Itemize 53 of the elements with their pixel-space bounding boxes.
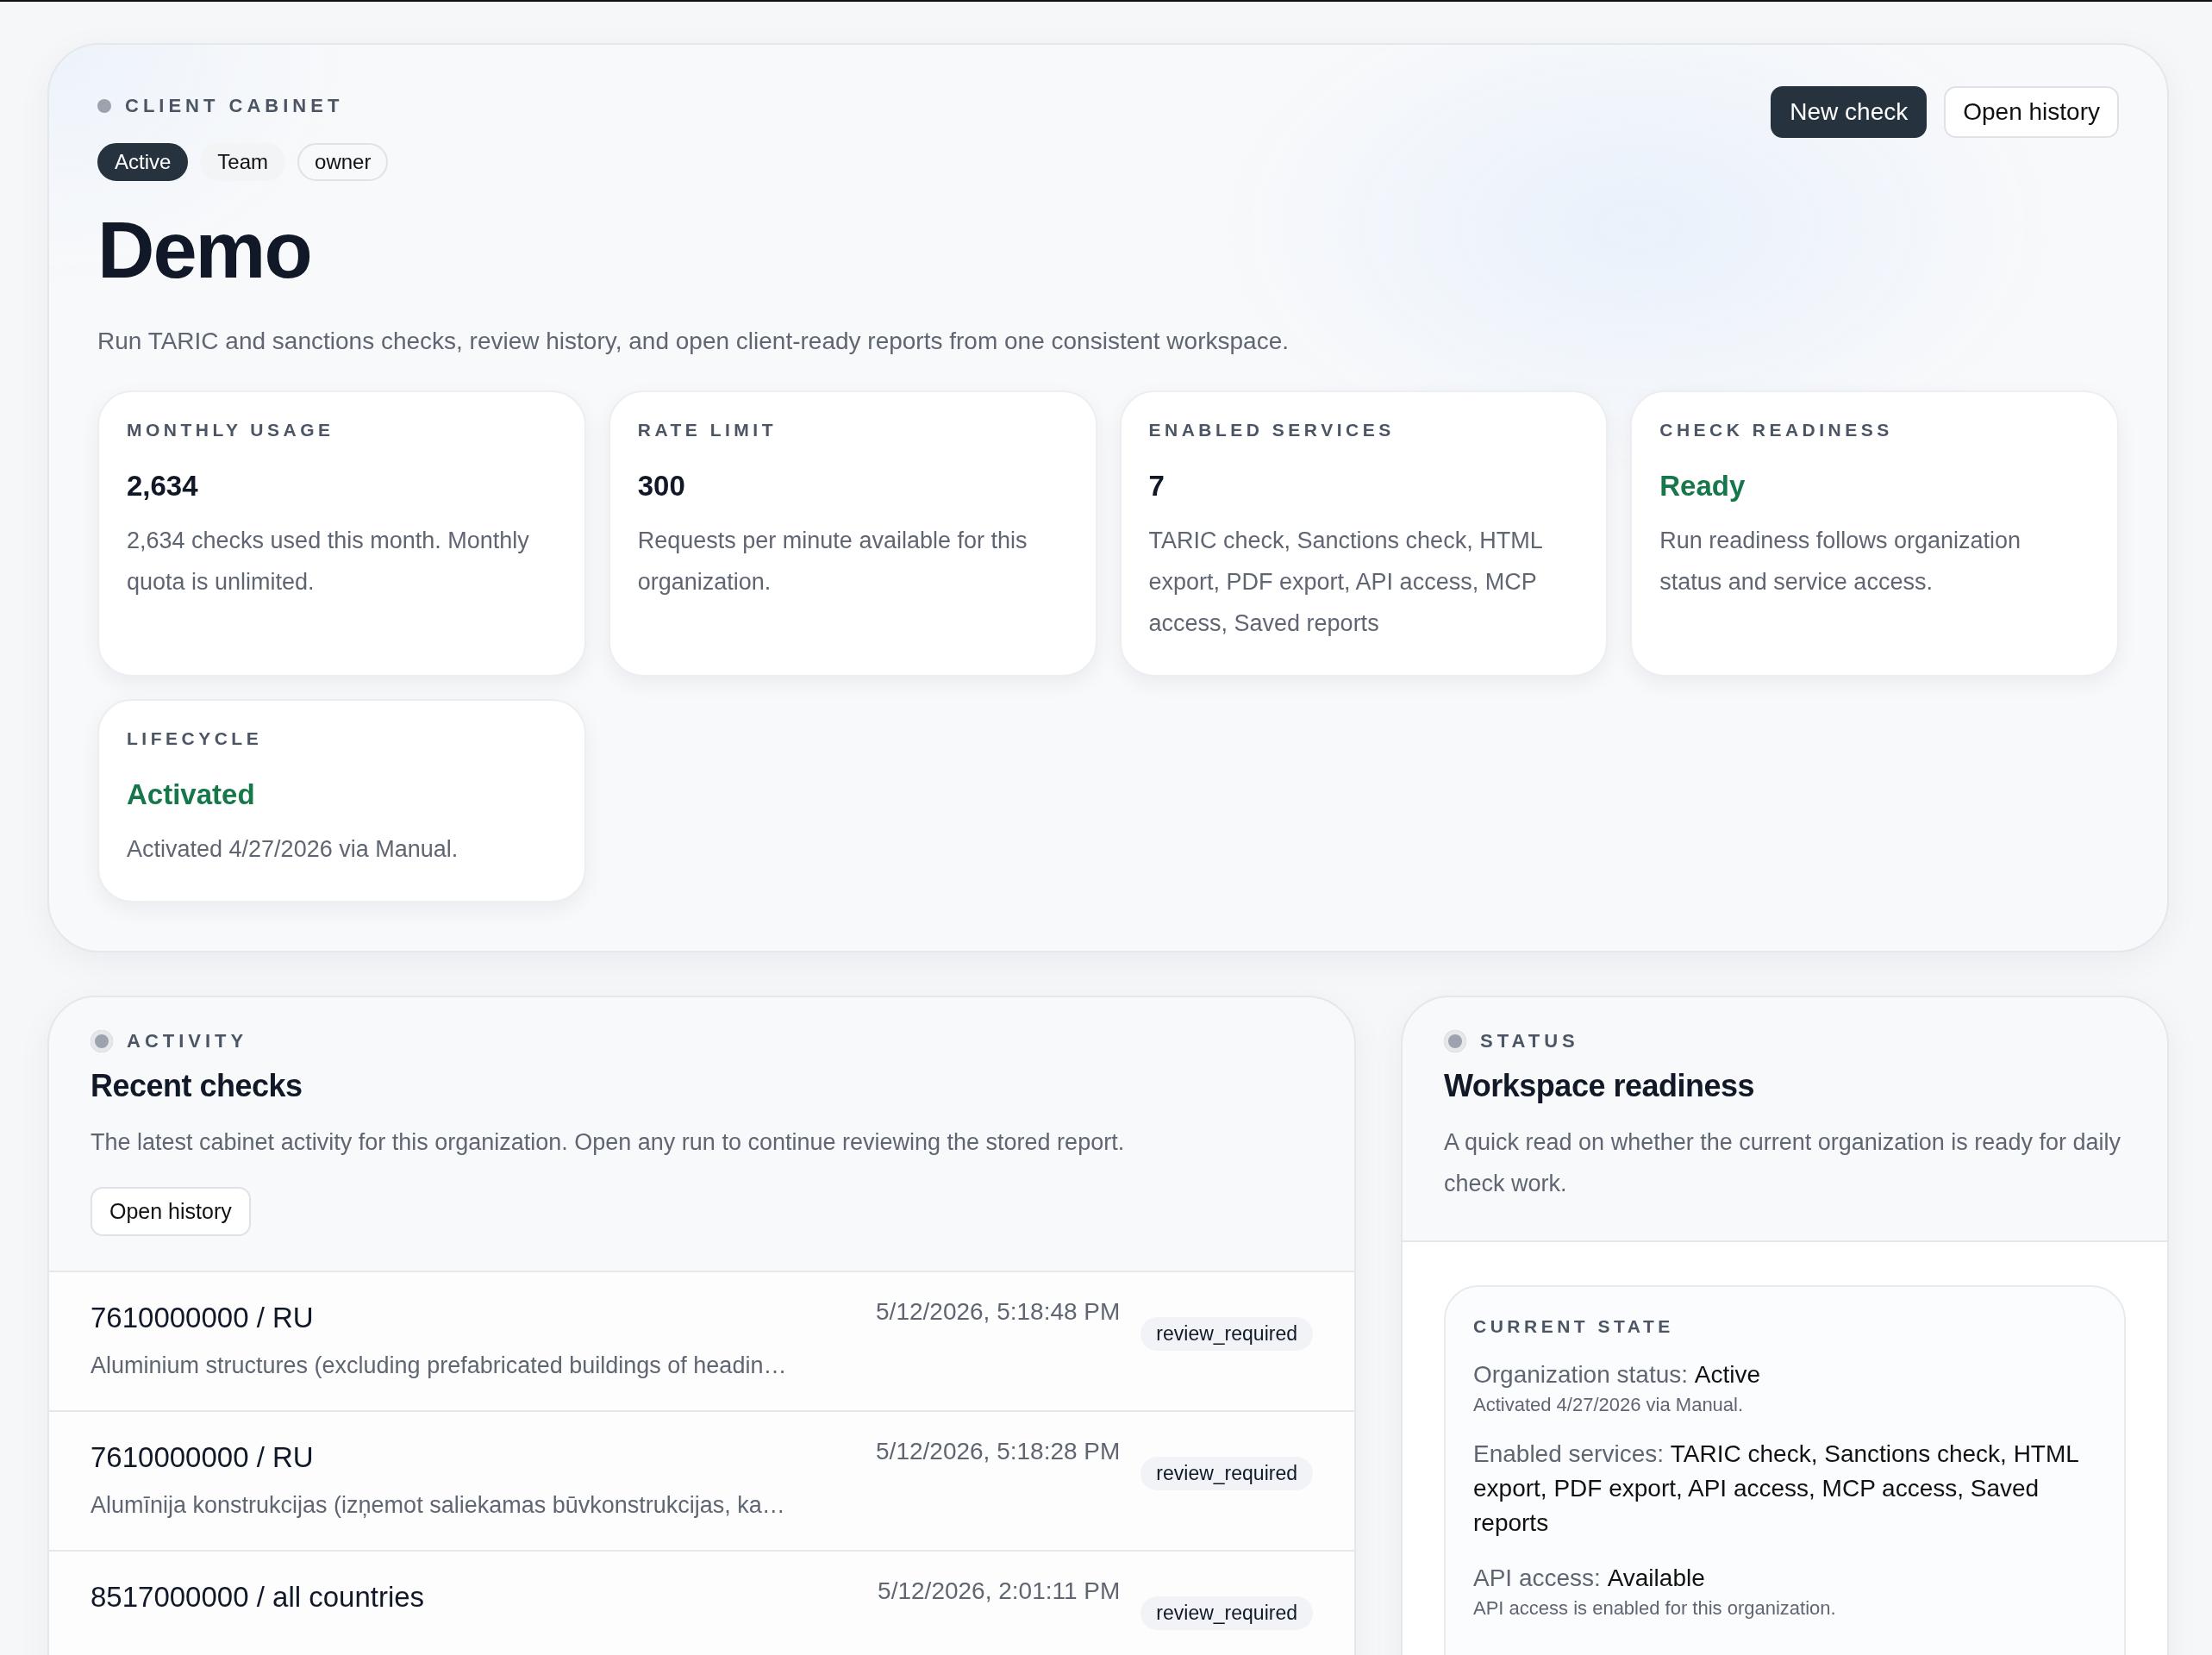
- section-description: The latest cabinet activity for this organization. Open any run to continue reviewing the stored report.: [91, 1128, 1126, 1158]
- check-row[interactable]: 7610000000 / RU Alumīnija konstrukcijas (izņemot saliekamas būvkonstrukcijas, ka… 5/12/2026, 5:18:28 PM review_required: [49, 1412, 1354, 1552]
- status-dot: [1444, 1030, 1466, 1053]
- section-eyebrow: CLIENT CABINET: [125, 95, 344, 117]
- check-title: 7610000000 / RU: [91, 1441, 315, 1476]
- stat-value: 300: [637, 470, 686, 503]
- action-button[interactable]: New check: [1771, 86, 1928, 138]
- stat-value: 7: [1148, 470, 1165, 503]
- open-history-button[interactable]: Open history: [91, 1187, 251, 1237]
- check-row[interactable]: 7610000000 / RU Aluminium structures (excluding prefabricated buildings of headin… 5/12/2026, 5:18:48 PM review_required: [49, 1272, 1354, 1413]
- stat-value: 2,634: [127, 470, 199, 503]
- status-badge: review_required: [1140, 1317, 1313, 1352]
- stat-text: TARIC check, Sanctions check, HTML export, PDF export, API access, MCP access, Saved reports: [1148, 527, 1543, 639]
- section-eyebrow: STATUS: [1480, 1030, 1579, 1053]
- stat-text: 2,634 checks used this month. Monthly quota is unlimited.: [127, 527, 530, 597]
- stat-label: ENABLED SERVICES: [1148, 420, 1396, 441]
- stat-label: LIFECYCLE: [127, 728, 264, 750]
- check-time: 5/12/2026, 2:01:11 PM: [878, 1577, 1121, 1607]
- stat-text: Requests per minute available for this organization.: [637, 527, 1028, 597]
- check-title: 8517000000 / all countries: [91, 1581, 426, 1615]
- check-row[interactable]: 8517000000 / all countries 5/12/2026, 2:01:11 PM review_required: [49, 1552, 1354, 1655]
- section-eyebrow: ACTIVITY: [127, 1030, 248, 1053]
- check-title: 7610000000 / RU: [91, 1302, 315, 1336]
- stat-text: Activated 4/27/2026 via Manual.: [127, 835, 459, 865]
- state-line: Organization status: Active: [1473, 1360, 1762, 1390]
- section-title: Workspace readiness: [1444, 1068, 1756, 1105]
- action-button[interactable]: Open history: [1944, 86, 2119, 138]
- stat-label: RATE LIMIT: [637, 420, 778, 441]
- check-time: 5/12/2026, 5:18:28 PM: [876, 1438, 1121, 1467]
- status-badge: review_required: [1140, 1596, 1313, 1631]
- stat-label: MONTHLY USAGE: [127, 420, 335, 441]
- section-description: A quick read on whether the current organization is ready for daily check work.: [1444, 1128, 2121, 1199]
- state-note: API access is enabled for this organization.: [1473, 1597, 1837, 1621]
- check-time: 5/12/2026, 5:18:48 PM: [876, 1298, 1121, 1327]
- status-dot: [91, 1030, 113, 1053]
- status-badge: review_required: [1140, 1457, 1313, 1491]
- page-description: Run TARIC and sanctions checks, review history, and open client-ready reports from one consistent workspace.: [97, 327, 1290, 357]
- status-dot: [97, 99, 111, 113]
- state-line: API access: Available: [1473, 1564, 1706, 1594]
- check-description: Aluminium structures (excluding prefabricated buildings of headin…: [91, 1352, 788, 1380]
- stat-label: CHECK READINESS: [1659, 420, 1894, 441]
- state-line: Enabled services: TARIC check, Sanctions check, HTML export, PDF export, API access, MCP access, Saved reports: [1473, 1440, 2079, 1539]
- tag: owner: [297, 143, 389, 181]
- stat-value: Activated: [127, 778, 256, 812]
- section-title: Recent checks: [91, 1068, 303, 1105]
- tag: Active: [97, 143, 189, 181]
- card-label: CURRENT STATE: [1473, 1316, 1675, 1338]
- stat-value: Ready: [1659, 470, 1746, 503]
- check-description: Alumīnija konstrukcijas (izņemot saliekamas būvkonstrukcijas, ka…: [91, 1491, 786, 1520]
- tag: Team: [200, 143, 286, 181]
- stat-text: Run readiness follows organization status and service access.: [1659, 527, 2021, 597]
- page-title: Demo: [97, 207, 312, 295]
- state-note: Activated 4/27/2026 via Manual.: [1473, 1394, 1745, 1417]
